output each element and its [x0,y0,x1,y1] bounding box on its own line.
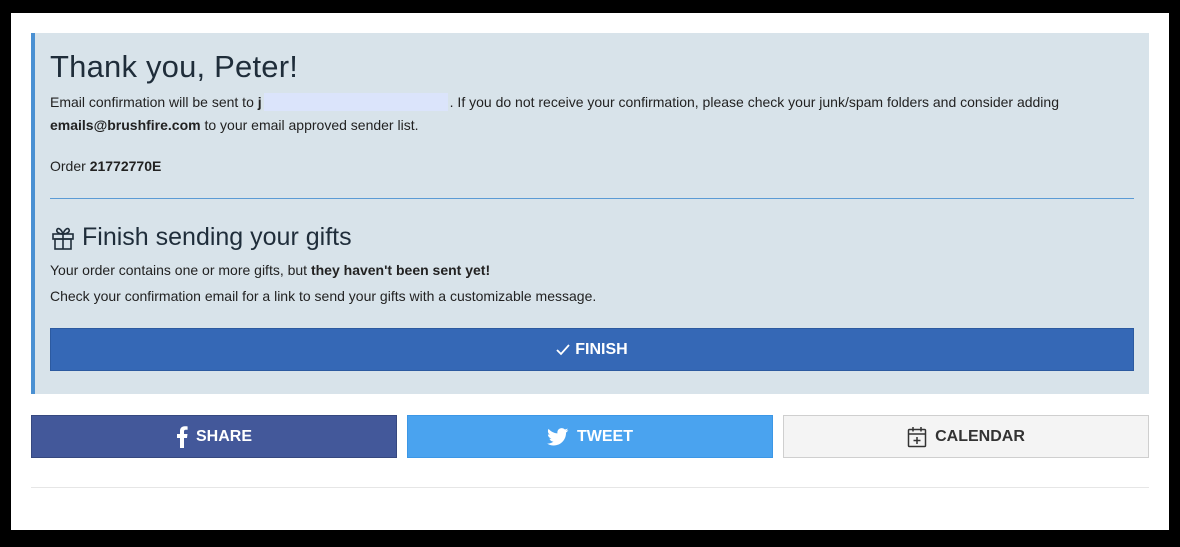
checkmark-icon [556,343,570,355]
section-divider [50,198,1134,199]
email-prefix: Email confirmation will be sent to [50,94,254,110]
email-confirmation-text: Email confirmation will be sent to j . If… [50,92,1059,112]
gifts-status-bold: they haven't been sent yet! [310,262,491,278]
order-info: Order 21772770E [50,156,161,176]
gifts-status-text: Your order contains one or more gifts, b… [50,260,490,280]
sender-email: emails@brushfire.com [50,117,201,133]
bottom-divider [31,487,1149,488]
order-number: 21772770E [89,158,162,174]
confirmation-window: Thank you, Peter! Email confirmation wil… [11,13,1169,530]
sender-suffix: to your email approved sender list. [204,117,419,133]
finish-label: FINISH [575,340,628,358]
calendar-label: CALENDAR [935,427,1025,445]
gifts-title: Finish sending your gifts [82,223,352,251]
gifts-heading: Finish sending your gifts [50,223,352,252]
confirmation-panel: Thank you, Peter! Email confirmation wil… [31,33,1149,394]
gift-icon [52,227,74,250]
share-button[interactable]: SHARE [31,415,397,458]
gifts-status-prefix: Your order contains one or more gifts, b… [50,262,308,278]
twitter-icon [547,427,569,445]
calendar-button[interactable]: CALENDAR [783,415,1149,458]
share-label: SHARE [195,427,252,445]
gifts-instructions: Check your confirmation email for a link… [50,288,597,304]
finish-button[interactable]: FINISH [50,328,1134,371]
redacted-email [263,93,448,111]
email-initial: j [257,94,262,110]
page-title: Thank you, Peter! [50,49,299,84]
facebook-icon [176,425,188,448]
order-label: Order [50,158,86,174]
email-suffix: . If you do not receive your confirmatio… [449,94,1059,110]
tweet-label: TWEET [577,427,633,445]
sender-list-text: emails@brushfire.com to your email appro… [50,115,418,135]
tweet-button[interactable]: TWEET [407,415,773,458]
calendar-add-icon [907,426,927,447]
